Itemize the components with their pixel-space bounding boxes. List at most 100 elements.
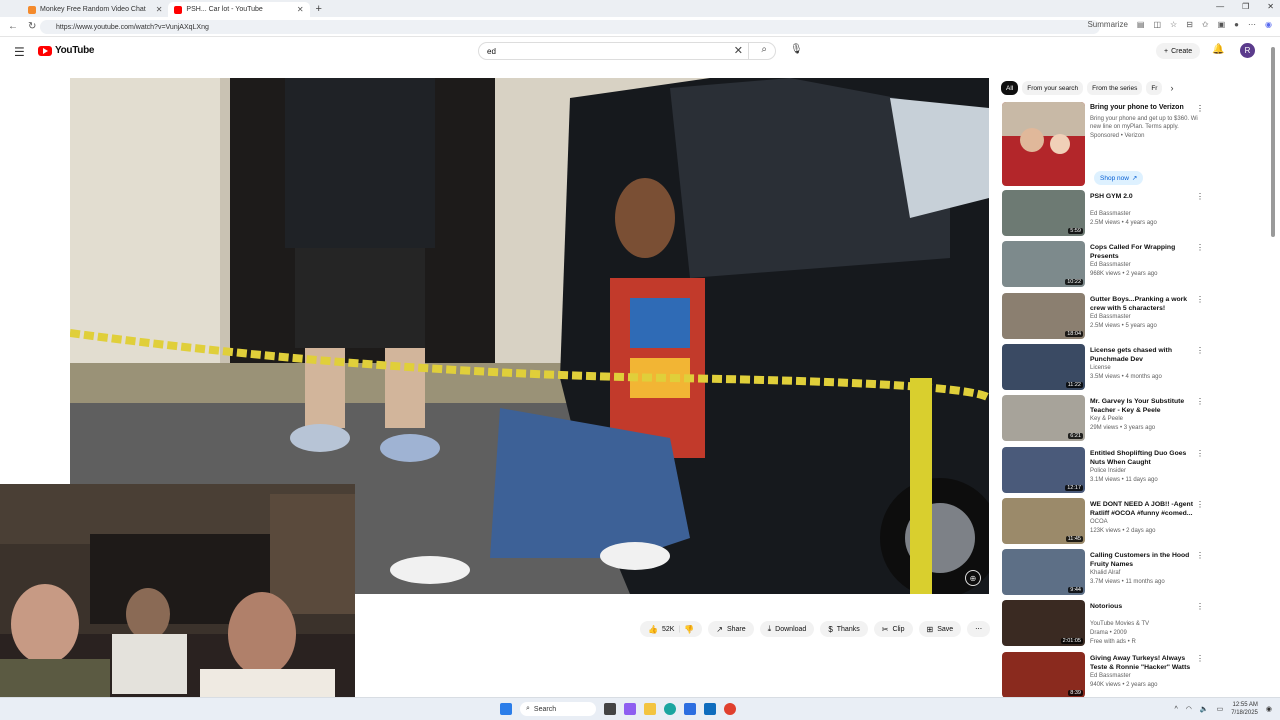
save-button[interactable]: ⊞ Save xyxy=(918,621,962,637)
wifi-icon[interactable]: ◠ xyxy=(1186,705,1192,713)
split-icon[interactable]: ⊟ xyxy=(1186,20,1193,29)
video-title[interactable]: PSH GYM 2.0 xyxy=(1090,192,1198,201)
recommended-video[interactable]: 9:44 Calling Customers in the Hood Fruity… xyxy=(1002,549,1204,597)
recommended-video[interactable]: 5:59 PSH GYM 2.0 Ed Bassmaster 2.5M views •… xyxy=(1002,190,1204,238)
video-thumbnail[interactable]: 6:21 xyxy=(1002,395,1085,442)
ad-more-icon[interactable]: ⋮ xyxy=(1196,104,1204,113)
recommended-video[interactable]: 11:45 WE DONT NEED A JOB!! -Agent Ratliff… xyxy=(1002,497,1204,546)
thumbs-down-icon[interactable]: 👎 xyxy=(684,625,694,634)
minimize-icon[interactable]: — xyxy=(1216,2,1224,11)
chrome-icon[interactable] xyxy=(724,703,736,715)
video-channel[interactable]: Key & Peele xyxy=(1090,416,1123,422)
video-channel[interactable]: License xyxy=(1090,365,1111,371)
hamburger-menu-icon[interactable]: ☰ xyxy=(14,45,25,59)
channel-watermark-icon[interactable]: ⊕ xyxy=(965,570,981,586)
video-title[interactable]: Cops Called For Wrapping Presents xyxy=(1090,243,1198,261)
thanks-button[interactable]: $ Thanks xyxy=(820,621,868,637)
recommended-video[interactable]: 8:39 Giving Away Turkeys! Always Teste & … xyxy=(1002,651,1204,700)
video-channel[interactable]: Ed Bassmaster xyxy=(1090,673,1131,679)
video-thumbnail[interactable]: 8:39 xyxy=(1002,651,1085,698)
video-thumbnail[interactable]: 9:44 xyxy=(1002,549,1085,596)
task-view-icon[interactable] xyxy=(604,703,616,715)
summarize-button[interactable]: Summarize xyxy=(1087,20,1127,29)
browser-tab-1[interactable]: PSH... Car lot - YouTube ✕ xyxy=(168,2,310,17)
extensions-icon[interactable]: ◫ xyxy=(1153,20,1161,29)
video-more-icon[interactable]: ⋮ xyxy=(1196,295,1204,304)
windows-start-icon[interactable] xyxy=(500,703,512,715)
video-more-icon[interactable]: ⋮ xyxy=(1196,654,1204,663)
taskbar-clock[interactable]: 12:55 AM 7/18/2025 xyxy=(1231,701,1258,717)
video-channel[interactable]: Ed Bassmaster xyxy=(1090,211,1131,217)
video-channel[interactable]: OCOA xyxy=(1090,519,1108,525)
notification-icon[interactable]: ◉ xyxy=(1266,705,1272,713)
recommended-video[interactable]: 11:22 License gets chased with Punchmade … xyxy=(1002,343,1204,392)
video-more-icon[interactable]: ⋮ xyxy=(1196,449,1204,458)
page-scrollbar[interactable] xyxy=(1270,45,1276,693)
url-field[interactable]: https://www.youtube.com/watch?v=VunjAXqL… xyxy=(40,20,1100,34)
video-channel[interactable]: Khalid Alraf xyxy=(1090,570,1120,576)
video-title[interactable]: Giving Away Turkeys! Always Teste & Ronn… xyxy=(1090,654,1198,672)
more-actions-button[interactable]: ⋯ xyxy=(967,621,991,637)
create-button[interactable]: + Create xyxy=(1156,43,1201,59)
collections-icon[interactable]: ▣ xyxy=(1218,20,1226,29)
ad-thumbnail[interactable] xyxy=(1002,102,1085,186)
video-thumbnail[interactable]: 10:22 xyxy=(1002,241,1085,288)
video-thumbnail[interactable]: 11:45 xyxy=(1002,497,1085,544)
profile-icon[interactable]: ● xyxy=(1234,20,1239,29)
tray-chevron-icon[interactable]: ^ xyxy=(1174,706,1177,713)
video-title[interactable]: Calling Customers in the Hood Fruity Nam… xyxy=(1090,551,1198,569)
video-more-icon[interactable]: ⋮ xyxy=(1196,551,1204,560)
recommended-video[interactable]: 10:22 Cops Called For Wrapping Presents Ed… xyxy=(1002,241,1204,289)
store-icon[interactable] xyxy=(684,703,696,715)
close-window-icon[interactable]: ✕ xyxy=(1267,2,1274,11)
recommended-video[interactable]: 18:04 Gutter Boys...Pranking a work crew … xyxy=(1002,292,1204,341)
avatar[interactable]: R xyxy=(1240,43,1255,58)
volume-icon[interactable]: 🔈 xyxy=(1200,705,1209,713)
more-icon[interactable]: ⋯ xyxy=(1248,20,1256,29)
file-explorer-icon[interactable] xyxy=(644,703,656,715)
outlook-icon[interactable] xyxy=(704,703,716,715)
reload-icon[interactable]: ↻ xyxy=(28,21,36,32)
video-thumbnail[interactable]: 2:01:05 xyxy=(1002,600,1085,647)
recommended-video[interactable]: 12:17 Entitled Shoplifting Duo Goes Nuts … xyxy=(1002,446,1204,495)
close-tab-icon[interactable]: ✕ xyxy=(156,5,163,14)
video-thumbnail[interactable]: 12:17 xyxy=(1002,446,1085,493)
like-button[interactable]: 👍 52K | 👎 xyxy=(640,621,703,637)
reader-icon[interactable]: ▤ xyxy=(1137,20,1145,29)
clear-search-icon[interactable]: ✕ xyxy=(734,44,743,57)
recommended-video[interactable]: 6:21 Mr. Garvey Is Your Substitute Teache… xyxy=(1002,395,1204,443)
notifications-bell-icon[interactable]: 🔔 xyxy=(1212,44,1224,55)
video-title[interactable]: Mr. Garvey Is Your Substitute Teacher - … xyxy=(1090,397,1198,415)
video-thumbnail[interactable]: 5:59 xyxy=(1002,190,1085,236)
video-title[interactable]: Gutter Boys...Pranking a work crew with … xyxy=(1090,295,1198,313)
video-title[interactable]: Notorious xyxy=(1090,602,1198,611)
video-thumbnail[interactable]: 11:22 xyxy=(1002,343,1085,390)
chevron-right-icon[interactable]: › xyxy=(1170,83,1173,93)
edge-browser-icon[interactable] xyxy=(664,703,676,715)
favorites-icon[interactable]: ✩ xyxy=(1202,20,1209,29)
video-title[interactable]: License gets chased with Punchmade Dev xyxy=(1090,346,1198,364)
video-more-icon[interactable]: ⋮ xyxy=(1196,192,1204,201)
scrollbar-thumb[interactable] xyxy=(1271,47,1275,237)
download-button[interactable]: ⤓ Download xyxy=(759,621,815,637)
recommended-video[interactable]: 2:01:05 Notorious YouTube Movies & TV Drama… xyxy=(1002,600,1204,648)
share-button[interactable]: ↗ Share xyxy=(708,621,754,637)
video-more-icon[interactable]: ⋮ xyxy=(1196,346,1204,355)
battery-icon[interactable]: ▭ xyxy=(1217,705,1224,713)
chip-partial[interactable]: Fr xyxy=(1146,81,1163,95)
video-title[interactable]: Entitled Shoplifting Duo Goes Nuts When … xyxy=(1090,449,1198,467)
chip-all[interactable]: All xyxy=(1001,81,1019,95)
sponsored-ad[interactable]: Bring your phone to Verizon Bring your p… xyxy=(1002,102,1204,186)
copilot-icon[interactable]: ◉ xyxy=(1265,20,1272,29)
video-title[interactable]: WE DONT NEED A JOB!! -Agent Ratliff #OCO… xyxy=(1090,500,1198,518)
taskbar-search[interactable]: ⌕ Search xyxy=(520,702,596,716)
clip-button[interactable]: ✂ Clip xyxy=(873,621,913,637)
maximize-icon[interactable]: ❐ xyxy=(1242,2,1249,11)
favorite-icon[interactable]: ☆ xyxy=(1170,20,1177,29)
back-icon[interactable]: ← xyxy=(8,21,18,32)
new-tab-icon[interactable]: + xyxy=(316,3,322,15)
video-channel[interactable]: Police Insider xyxy=(1090,468,1126,474)
search-input[interactable]: ed ✕ ⌕ xyxy=(478,42,776,60)
search-icon[interactable]: ⌕ xyxy=(761,44,767,55)
video-more-icon[interactable]: ⋮ xyxy=(1196,397,1204,406)
